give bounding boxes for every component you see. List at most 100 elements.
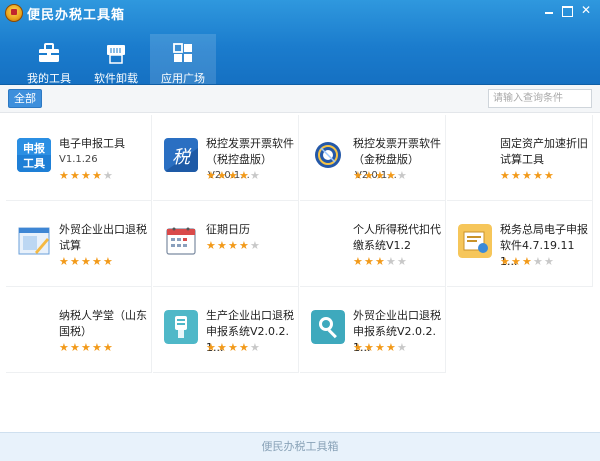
star-filled-icon: ★: [386, 341, 396, 354]
filter-all-button[interactable]: 全部: [8, 89, 42, 108]
tab-uninstall-label: 软件卸载: [94, 72, 138, 85]
app-name: 个人所得税代扣代缴系统V1.2: [353, 223, 441, 252]
tab-my-tools[interactable]: 我的工具: [16, 34, 82, 85]
app-card[interactable]: 征期日历 ★★★★★: [153, 201, 299, 287]
star-empty-icon: ★: [250, 239, 260, 252]
star-filled-icon: ★: [70, 255, 80, 268]
app-card[interactable]: 申报 工具 电子申报工具 V1.1.26 ★★★★★: [6, 115, 152, 201]
rating-stars: ★★★★★: [206, 169, 261, 182]
rating-stars: ★★★★★: [353, 341, 408, 354]
footer: 便民办税工具箱: [0, 432, 600, 461]
star-filled-icon: ★: [70, 341, 80, 354]
star-filled-icon: ★: [70, 169, 80, 182]
star-filled-icon: ★: [375, 341, 385, 354]
star-filled-icon: ★: [228, 169, 238, 182]
star-filled-icon: ★: [228, 341, 238, 354]
golden-tax-icon: [311, 138, 345, 172]
e-filing-icon: 申报 工具: [17, 138, 51, 172]
close-button[interactable]: ✕: [578, 3, 594, 17]
app-name: 征期日历: [206, 223, 250, 236]
app-grid: 申报 工具 电子申报工具 V1.1.26 ★★★★★ 税 税控发票开票软件（税控…: [6, 115, 594, 373]
star-empty-icon: ★: [250, 169, 260, 182]
star-filled-icon: ★: [353, 169, 363, 182]
rating-stars: ★★★★★: [353, 169, 408, 182]
tab-uninstall[interactable]: 软件卸载: [83, 34, 149, 85]
star-empty-icon: ★: [386, 255, 396, 268]
svg-text:税: 税: [172, 147, 192, 168]
star-empty-icon: ★: [397, 341, 407, 354]
rating-stars: ★★★★★: [353, 255, 408, 268]
star-empty-icon: ★: [533, 255, 543, 268]
star-empty-icon: ★: [103, 169, 113, 182]
star-filled-icon: ★: [522, 255, 532, 268]
maximize-button[interactable]: [559, 3, 575, 17]
star-filled-icon: ★: [206, 341, 216, 354]
tab-app-store-label: 应用广场: [161, 72, 205, 85]
svg-text:申报: 申报: [23, 141, 46, 155]
star-filled-icon: ★: [228, 239, 238, 252]
rating-stars: ★★★★★: [500, 255, 555, 268]
star-filled-icon: ★: [217, 341, 227, 354]
search-input[interactable]: [488, 89, 592, 108]
star-filled-icon: ★: [353, 341, 363, 354]
star-filled-icon: ★: [239, 169, 249, 182]
title-bar: 便民办税工具箱 ✕ 我的工具 软件卸载 应用广场: [0, 0, 600, 85]
star-filled-icon: ★: [500, 169, 510, 182]
star-filled-icon: ★: [92, 341, 102, 354]
star-filled-icon: ★: [81, 169, 91, 182]
app-card[interactable]: 外贸企业出口退税试算 ★★★★★: [6, 201, 152, 287]
export-refund-calc-icon: [17, 224, 51, 258]
app-card[interactable]: 税 税控发票开票软件（税控盘版） V2.0.1... ★★★★★: [153, 115, 299, 201]
minimize-button[interactable]: [541, 3, 557, 17]
app-name: 税控发票开票软件（税控盘版）: [206, 137, 294, 166]
star-filled-icon: ★: [59, 169, 69, 182]
star-filled-icon: ★: [364, 169, 374, 182]
app-card[interactable]: 个人所得税代扣代缴系统V1.2 ★★★★★: [300, 201, 446, 287]
toolbar: 全部: [0, 85, 600, 113]
star-filled-icon: ★: [500, 255, 510, 268]
rating-stars: ★★★★★: [59, 169, 114, 182]
star-empty-icon: ★: [544, 255, 554, 268]
app-name: 电子申报工具: [59, 137, 125, 150]
rating-stars: ★★★★★: [206, 239, 261, 252]
star-filled-icon: ★: [206, 169, 216, 182]
star-filled-icon: ★: [239, 341, 249, 354]
star-filled-icon: ★: [522, 169, 532, 182]
star-filled-icon: ★: [92, 169, 102, 182]
star-filled-icon: ★: [81, 255, 91, 268]
app-card[interactable]: 外贸企业出口退税申报系统V2.0.2.1... ★★★★★: [300, 287, 446, 373]
rating-stars: ★★★★★: [59, 255, 114, 268]
app-card[interactable]: 纳税人学堂（山东国税） ★★★★★: [6, 287, 152, 373]
tab-my-tools-label: 我的工具: [27, 72, 71, 85]
star-filled-icon: ★: [511, 255, 521, 268]
star-empty-icon: ★: [397, 169, 407, 182]
star-filled-icon: ★: [533, 169, 543, 182]
app-card[interactable]: 固定资产加速折旧试算工具 ★★★★★: [447, 115, 593, 201]
star-filled-icon: ★: [206, 239, 216, 252]
app-title: 便民办税工具箱: [27, 8, 126, 23]
star-empty-icon: ★: [397, 255, 407, 268]
star-filled-icon: ★: [386, 169, 396, 182]
calendar-icon: [164, 224, 198, 258]
star-filled-icon: ★: [375, 255, 385, 268]
app-card[interactable]: 税务总局电子申报软件4.7.19.111... ★★★★★: [447, 201, 593, 287]
star-filled-icon: ★: [239, 239, 249, 252]
app-name: 税控发票开票软件（金税盘版）: [353, 137, 441, 166]
tax-control-icon: 税: [164, 138, 198, 172]
trade-refund-icon: [311, 310, 345, 344]
printer-icon: [107, 45, 125, 64]
star-filled-icon: ★: [364, 341, 374, 354]
star-filled-icon: ★: [217, 169, 227, 182]
star-empty-icon: ★: [250, 341, 260, 354]
tax-emblem-icon: [5, 4, 23, 22]
star-filled-icon: ★: [544, 169, 554, 182]
app-name: 外贸企业出口退税试算: [59, 223, 147, 252]
tab-app-store[interactable]: 应用广场: [150, 34, 216, 85]
grid-apps-icon: [173, 43, 192, 62]
rating-stars: ★★★★★: [500, 169, 555, 182]
app-card[interactable]: 税控发票开票软件（金税盘版） V2.0.1... ★★★★★: [300, 115, 446, 201]
star-filled-icon: ★: [375, 169, 385, 182]
app-card[interactable]: 生产企业出口退税申报系统V2.0.2.1... ★★★★★: [153, 287, 299, 373]
star-filled-icon: ★: [103, 255, 113, 268]
star-filled-icon: ★: [59, 255, 69, 268]
